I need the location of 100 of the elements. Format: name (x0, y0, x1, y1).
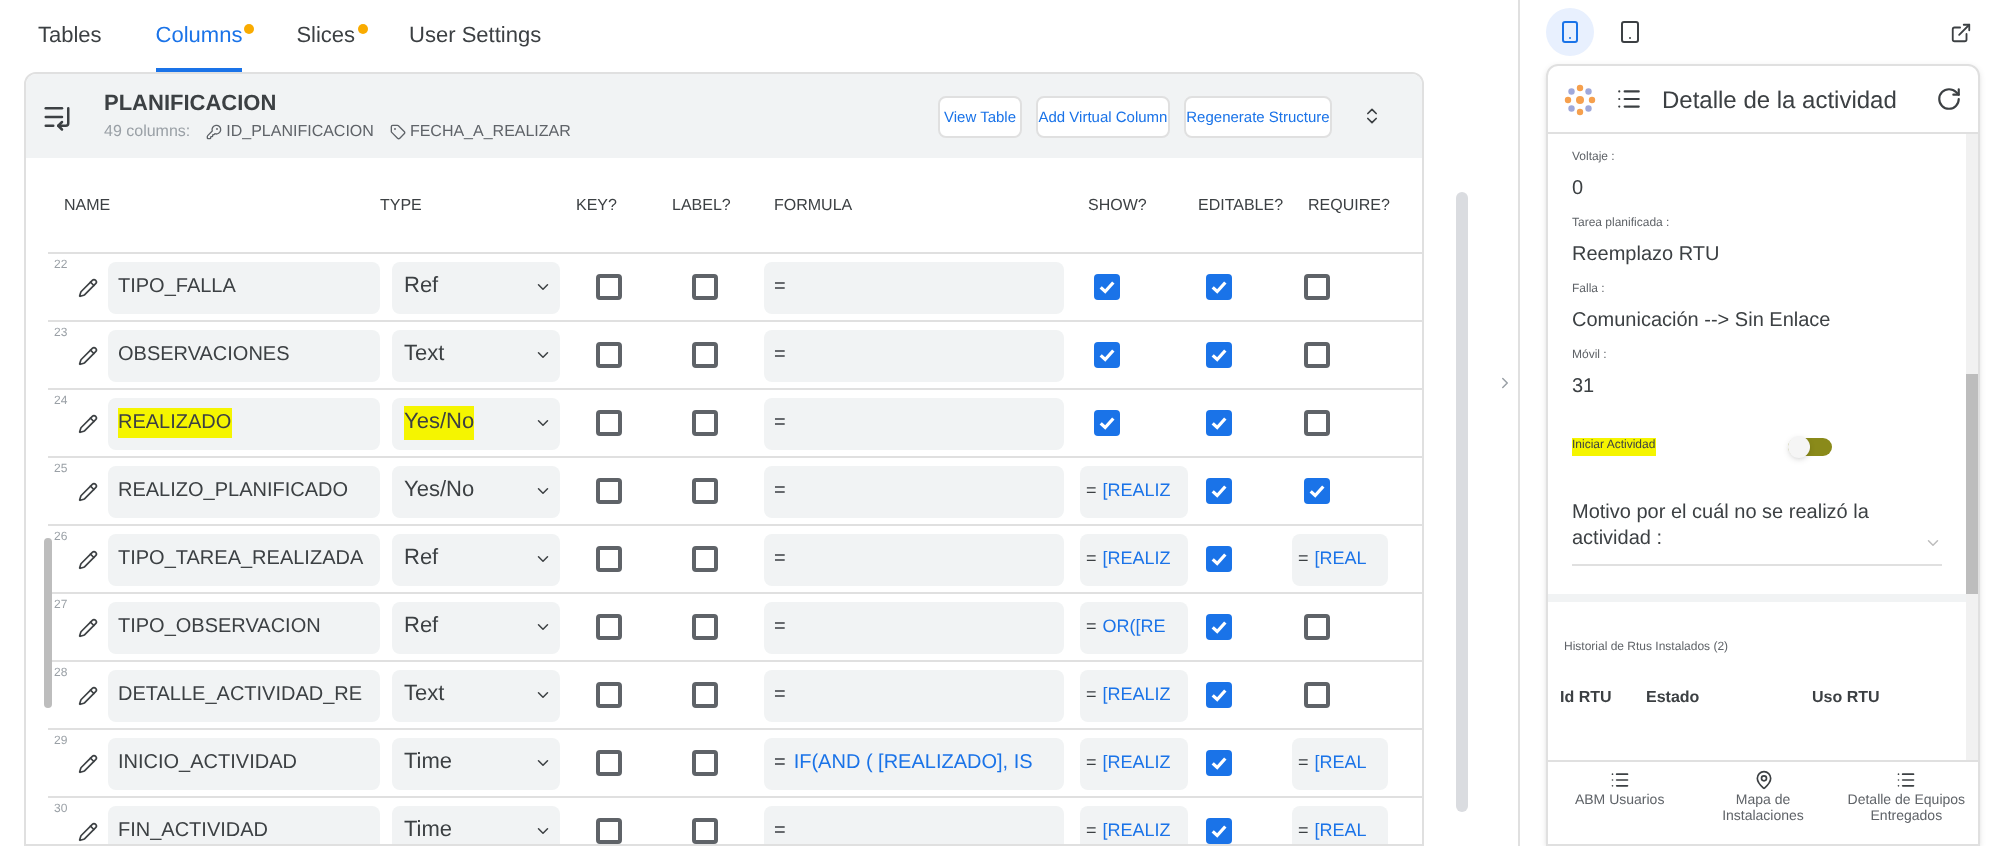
formula-field[interactable]: = (764, 261, 1064, 313)
type-select[interactable]: Ref (392, 533, 560, 585)
checkbox[interactable] (691, 750, 717, 776)
checkbox[interactable] (691, 546, 717, 572)
formula-field[interactable]: = [REAL (1292, 805, 1388, 844)
edit-icon[interactable] (78, 277, 98, 297)
name-field[interactable]: REALIZO_PLANIFICADO (108, 465, 380, 517)
name-field[interactable]: TIPO_OBSERVACION (108, 601, 380, 653)
checkbox[interactable] (595, 274, 621, 300)
checkbox[interactable] (691, 478, 717, 504)
checkbox[interactable] (691, 818, 717, 844)
type-select[interactable]: Time (392, 737, 560, 789)
formula-field[interactable]: = (764, 329, 1064, 381)
formula-field[interactable]: = OR([RE (1080, 601, 1188, 653)
checkbox[interactable] (1094, 274, 1120, 300)
tab[interactable]: Tables (38, 4, 102, 72)
checkbox[interactable] (1094, 342, 1120, 368)
checkbox[interactable] (595, 546, 621, 572)
formula-field[interactable]: = [REAL (1292, 533, 1388, 585)
formula-field[interactable]: = [REALIZ (1080, 737, 1188, 789)
type-select[interactable]: Ref (392, 601, 560, 653)
type-select[interactable]: Text (392, 329, 560, 381)
checkbox[interactable] (1205, 614, 1231, 640)
checkbox[interactable] (1205, 818, 1231, 844)
dropdown-icon (534, 346, 552, 364)
type-select[interactable]: Time (392, 805, 560, 844)
field-value: Reemplazo RTU (1572, 242, 1722, 270)
checkbox[interactable] (1205, 410, 1231, 436)
formula-field[interactable]: = [REALIZ (1080, 669, 1188, 721)
formula-text: [REALIZ (1102, 681, 1171, 708)
phone-view-button[interactable] (1546, 8, 1594, 56)
checkbox[interactable] (691, 682, 717, 708)
formula-field[interactable]: = [REALIZ (1080, 805, 1188, 844)
name-field[interactable]: TIPO_FALLA (108, 261, 380, 313)
edit-icon[interactable] (78, 685, 98, 705)
formula-field[interactable]: = (764, 397, 1064, 449)
dropdown-field[interactable]: Motivo por el cuál no se realizó la actividad : (1572, 500, 1942, 566)
formula-field[interactable]: = [REALIZ (1080, 465, 1188, 517)
formula-field[interactable]: = IF(AND ( [REALIZADO], IS (764, 737, 1064, 789)
name-field[interactable]: TIPO_TAREA_REALIZADA (108, 533, 380, 585)
name-field[interactable]: INICIO_ACTIVIDAD (108, 737, 380, 789)
name-value: FIN_ACTIVIDAD (118, 818, 269, 844)
formula-text: [REAL (1314, 749, 1367, 776)
edit-icon[interactable] (78, 481, 98, 501)
open-external-icon[interactable] (1950, 21, 1972, 43)
tab[interactable]: Slices (296, 4, 356, 72)
name-field[interactable]: REALIZADO (108, 397, 380, 449)
name-field[interactable]: DETALLE_ACTIVIDAD_RE (108, 669, 380, 721)
checkbox[interactable] (595, 750, 621, 776)
checkbox[interactable] (1205, 546, 1231, 572)
edit-icon[interactable] (78, 413, 98, 433)
checkbox[interactable] (691, 410, 717, 436)
checkbox[interactable] (595, 818, 621, 844)
name-field[interactable]: OBSERVACIONES (108, 329, 380, 381)
checkbox[interactable] (595, 478, 621, 504)
checkbox[interactable] (691, 274, 717, 300)
edit-icon[interactable] (78, 617, 98, 637)
type-select[interactable]: Yes/No (392, 397, 560, 449)
sort-icon[interactable] (1616, 86, 1642, 112)
type-select[interactable]: Ref (392, 261, 560, 313)
checkbox[interactable] (1205, 750, 1231, 776)
checkbox[interactable] (1205, 274, 1231, 300)
checkbox[interactable] (1304, 342, 1330, 368)
formula-field[interactable]: = (764, 533, 1064, 585)
name-field[interactable]: FIN_ACTIVIDAD (108, 805, 380, 844)
toggle-switch[interactable] (1788, 438, 1832, 456)
refresh-icon[interactable] (1936, 86, 1962, 112)
checkbox[interactable] (691, 614, 717, 640)
dropdown-icon (534, 754, 552, 772)
checkbox[interactable] (1304, 682, 1330, 708)
formula-field[interactable]: = (764, 465, 1064, 517)
checkbox[interactable] (1304, 274, 1330, 300)
dropdown-icon (534, 414, 552, 432)
formula-field[interactable]: = (764, 669, 1064, 721)
checkbox[interactable] (595, 410, 621, 436)
type-select[interactable]: Text (392, 669, 560, 721)
checkbox[interactable] (1304, 478, 1330, 504)
checkbox[interactable] (1205, 342, 1231, 368)
checkbox[interactable] (1304, 410, 1330, 436)
checkbox[interactable] (691, 342, 717, 368)
edit-icon[interactable] (78, 821, 98, 841)
edit-icon[interactable] (78, 753, 98, 773)
checkbox[interactable] (595, 342, 621, 368)
field-value: 31 (1572, 374, 1597, 402)
collapse-icon[interactable] (1362, 106, 1382, 126)
checkbox[interactable] (595, 614, 621, 640)
edit-icon[interactable] (78, 549, 98, 569)
checkbox[interactable] (1094, 410, 1120, 436)
checkbox[interactable] (1205, 682, 1231, 708)
formula-field[interactable]: = (764, 601, 1064, 653)
formula-field[interactable]: = (764, 805, 1064, 844)
name-value: OBSERVACIONES (118, 342, 290, 370)
checkbox[interactable] (1205, 478, 1231, 504)
checkbox[interactable] (595, 682, 621, 708)
checkbox[interactable] (1304, 614, 1330, 640)
edit-icon[interactable] (78, 345, 98, 365)
formula-field[interactable]: = [REAL (1292, 737, 1388, 789)
formula-field[interactable]: = [REALIZ (1080, 533, 1188, 585)
type-select[interactable]: Yes/No (392, 465, 560, 517)
tab[interactable]: User Settings (409, 4, 542, 72)
